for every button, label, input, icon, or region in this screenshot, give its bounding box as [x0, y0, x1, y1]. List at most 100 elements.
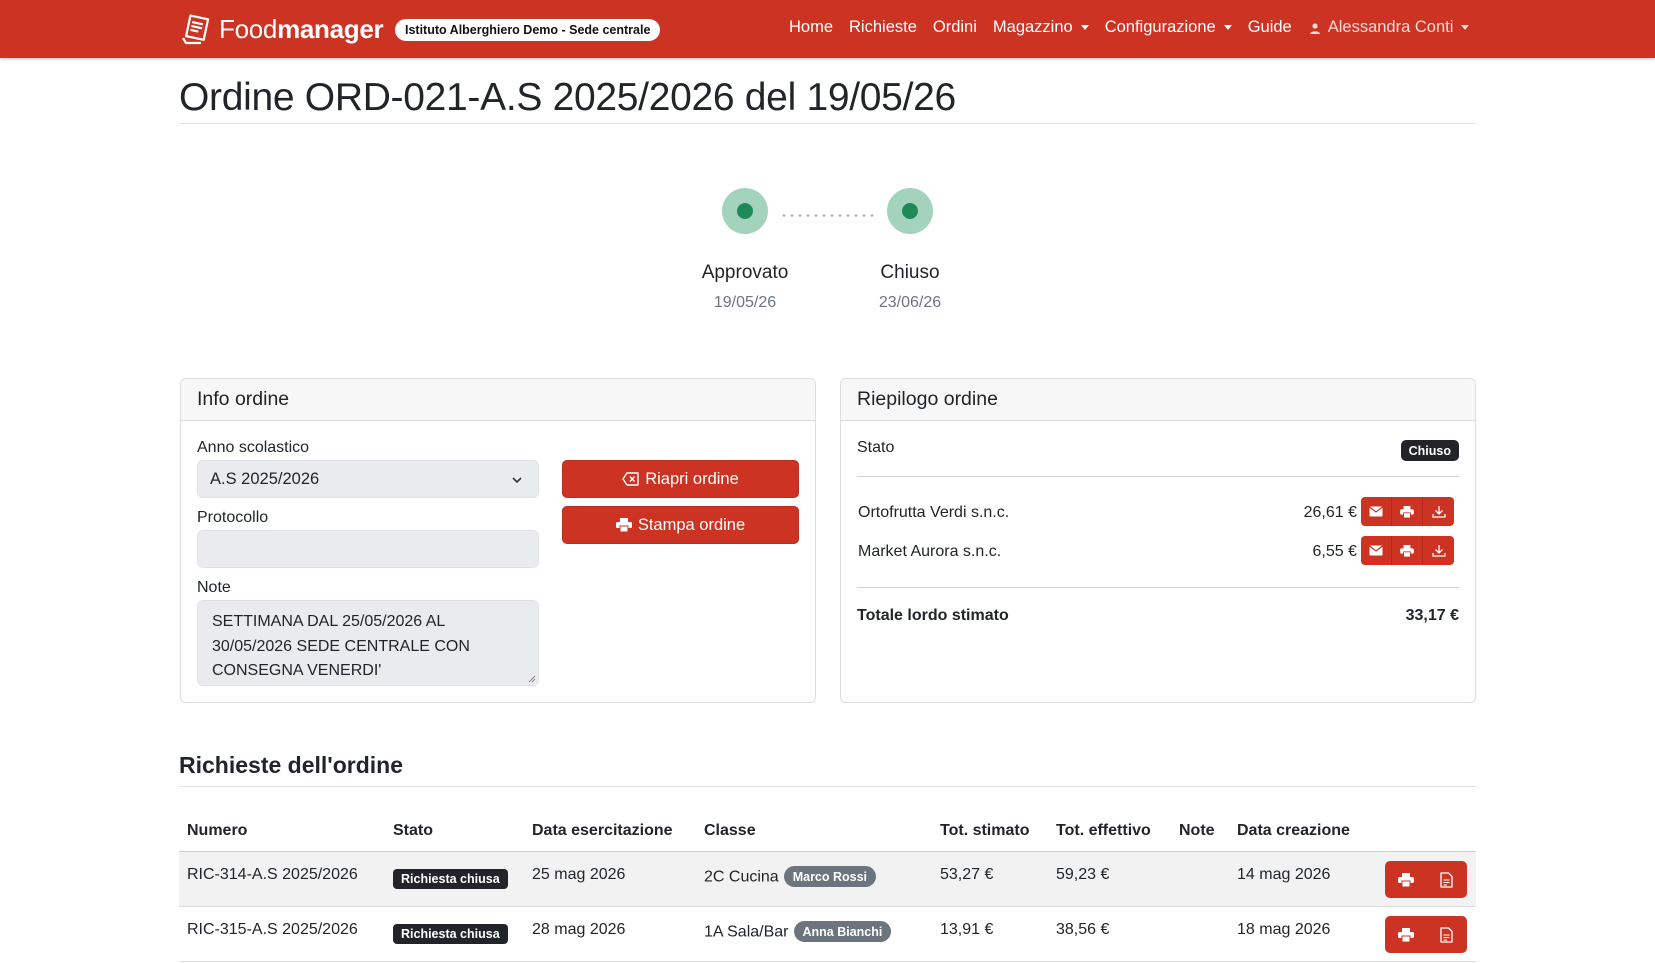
step-label: Chiuso: [880, 262, 940, 283]
cell-classe: 1A Sala/Bar Anna Bianchi: [704, 921, 892, 942]
nav-magazzino-label: Magazzino: [992, 18, 1073, 36]
print-button[interactable]: [1392, 497, 1423, 526]
row-actions: [1385, 916, 1467, 953]
printer-icon: [615, 518, 632, 532]
caret-down-icon: [1080, 25, 1089, 30]
school-badge: Istituto Alberghiero Demo - Sede central…: [395, 19, 661, 41]
column-header: Classe: [704, 822, 756, 839]
status-badge: Richiesta chiusa: [393, 869, 508, 889]
class-name: 1A Sala/Bar: [704, 923, 789, 941]
column-header: Note: [1179, 822, 1215, 839]
card-header: Riepilogo ordine: [841, 379, 1475, 421]
supplier-actions: [1361, 536, 1454, 565]
teacher-badge: Marco Rossi: [783, 866, 877, 887]
print-button[interactable]: [1385, 916, 1426, 953]
printer-icon: [1397, 872, 1414, 887]
cell-tot-effettivo: 38,56 €: [1056, 921, 1110, 938]
user-icon: [1309, 22, 1320, 34]
document-button[interactable]: [1426, 916, 1467, 953]
supplier-name: Market Aurora s.n.c.: [858, 543, 1002, 560]
printer-icon: [1397, 927, 1414, 942]
cell-data-creazione: 14 mag 2026: [1237, 866, 1331, 883]
download-button[interactable]: [1423, 536, 1454, 565]
section-divider: [179, 786, 1476, 787]
cell-numero[interactable]: RIC-314-A.S 2025/2026: [187, 866, 358, 884]
print-button[interactable]: [1385, 861, 1426, 898]
envelope-icon: [1369, 545, 1383, 556]
cell-tot-effettivo: 59,23 €: [1056, 866, 1110, 883]
column-header: Tot. effettivo: [1056, 822, 1151, 839]
cell-data-esercitazione: 28 mag 2026: [532, 921, 626, 938]
chevron-down-icon: [512, 477, 522, 484]
reopen-order-label: Riapri ordine: [645, 469, 739, 488]
timeline-step-chiuso: Chiuso 23/06/26: [830, 188, 990, 312]
step-complete-icon: [722, 188, 768, 234]
envelope-icon: [1369, 506, 1383, 517]
reopen-order-button[interactable]: Riapri ordine: [562, 460, 799, 498]
nav-richieste[interactable]: Richieste: [849, 18, 917, 37]
section-title: Richieste dell'ordine: [179, 752, 404, 778]
note-label: Note: [197, 579, 231, 596]
download-button[interactable]: [1423, 497, 1454, 526]
brand-name: Foodmanager: [219, 13, 384, 44]
cell-classe: 2C Cucina Marco Rossi: [704, 866, 877, 887]
cell-tot-stimato: 53,27 €: [940, 866, 994, 883]
user-menu-dropdown[interactable]: Alessandra Conti: [1308, 18, 1470, 37]
nav-home[interactable]: Home: [789, 18, 833, 37]
total-value: 33,17 €: [1405, 607, 1459, 624]
backspace-icon: [622, 472, 639, 486]
table-row: RIC-314-A.S 2025/2026 Richiesta chiusa 2…: [179, 852, 1476, 907]
nav-configurazione-dropdown[interactable]: Configurazione: [1105, 18, 1232, 37]
timeline-step-approvato: Approvato 19/05/26: [665, 188, 825, 312]
column-header: Data creazione: [1237, 822, 1350, 839]
note-textarea[interactable]: SETTIMANA DAL 25/05/2026 AL 30/05/2026 S…: [197, 600, 539, 686]
print-button[interactable]: [1392, 536, 1423, 565]
file-text-icon: [1440, 871, 1453, 888]
info-ordine-card: Info ordine Anno scolastico A.S 2025/202…: [180, 378, 816, 703]
protocollo-label: Protocollo: [197, 509, 269, 526]
email-button[interactable]: [1361, 536, 1392, 565]
download-icon: [1431, 506, 1446, 518]
anno-select[interactable]: A.S 2025/2026: [197, 460, 539, 498]
supplier-amount: 6,55 €: [1312, 543, 1357, 560]
cell-tot-stimato: 13,91 €: [940, 921, 994, 938]
total-label: Totale lordo stimato: [857, 607, 1009, 624]
nav-guide[interactable]: Guide: [1248, 18, 1292, 37]
resize-grip-icon[interactable]: [527, 674, 536, 683]
cell-numero[interactable]: RIC-315-A.S 2025/2026: [187, 921, 358, 939]
page-title: Ordine ORD-021-A.S 2025/2026 del 19/05/2…: [179, 76, 956, 119]
email-button[interactable]: [1361, 497, 1392, 526]
class-name: 2C Cucina: [704, 868, 779, 886]
table-row: RIC-315-A.S 2025/2026 Richiesta chiusa 2…: [179, 907, 1476, 962]
notepad-logo-icon: [182, 14, 210, 45]
nav-ordini[interactable]: Ordini: [933, 18, 977, 37]
supplier-amount: 26,61 €: [1303, 504, 1357, 521]
brand-logo[interactable]: Foodmanager: [179, 11, 384, 47]
printer-icon: [1400, 544, 1414, 557]
navbar: Foodmanager Istituto Alberghiero Demo - …: [0, 0, 1655, 58]
nav-configurazione-label: Configurazione: [1104, 18, 1216, 36]
status-badge: Richiesta chiusa: [393, 924, 508, 944]
stato-badge: Chiuso: [1400, 440, 1459, 461]
anno-selected-value: A.S 2025/2026: [210, 469, 320, 488]
row-actions: [1385, 861, 1467, 898]
stato-label: Stato: [857, 439, 895, 456]
step-date: 23/06/26: [878, 294, 942, 311]
supplier-name: Ortofrutta Verdi s.n.c.: [858, 504, 1010, 521]
download-icon: [1431, 545, 1446, 557]
column-header: Data esercitazione: [532, 822, 673, 839]
column-header: Stato: [393, 822, 433, 839]
title-divider: [179, 123, 1476, 124]
riepilogo-ordine-card: Riepilogo ordine Stato Chiuso Ortofrutta…: [840, 378, 1476, 703]
teacher-badge: Anna Bianchi: [793, 921, 892, 942]
file-text-icon: [1440, 926, 1453, 943]
main-nav: Home Richieste Ordini Magazzino Configur…: [789, 18, 1485, 37]
print-order-button[interactable]: Stampa ordine: [562, 506, 799, 544]
row-divider: [179, 961, 1476, 962]
document-button[interactable]: [1426, 861, 1467, 898]
protocollo-input[interactable]: [197, 530, 539, 568]
card-header: Info ordine: [181, 379, 815, 421]
note-text: SETTIMANA DAL 25/05/2026 AL 30/05/2026 S…: [212, 613, 470, 679]
nav-magazzino-dropdown[interactable]: Magazzino: [993, 18, 1089, 37]
caret-down-icon: [1223, 25, 1232, 30]
